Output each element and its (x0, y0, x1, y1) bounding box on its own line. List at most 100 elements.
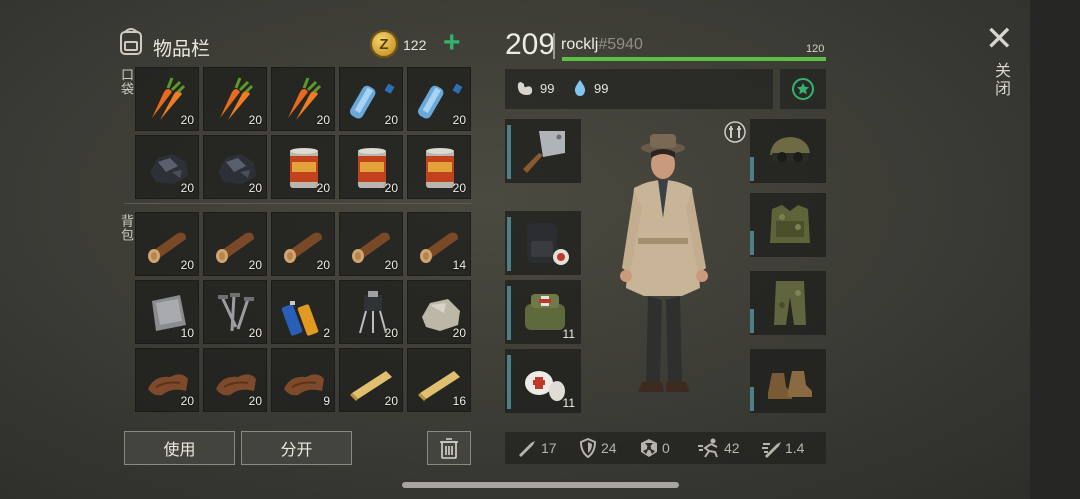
emote-icon[interactable] (724, 121, 746, 143)
item-count: 20 (316, 258, 330, 272)
pocket-slot[interactable]: 20 (203, 135, 267, 199)
item-count: 20 (452, 326, 466, 340)
radiation-value: 0 (662, 440, 670, 456)
pocket-slot[interactable]: 20 (271, 135, 335, 199)
pocket-label: 口袋 (119, 68, 134, 96)
attack-speed-icon (762, 442, 781, 458)
trash-icon (440, 438, 458, 459)
food-value: 99 (540, 81, 555, 96)
hp-max: 120 (806, 43, 825, 55)
character-figure[interactable] (608, 128, 718, 406)
home-indicator[interactable] (402, 482, 679, 488)
coin-icon: Z (370, 30, 398, 58)
hp-bar (562, 57, 826, 61)
trash-button[interactable] (427, 431, 471, 465)
item-count: 20 (180, 113, 194, 127)
speed-value: 42 (724, 440, 740, 456)
item-count: 20 (180, 394, 194, 408)
item-count: 10 (180, 326, 194, 340)
item-count: 20 (384, 326, 398, 340)
running-icon (698, 438, 718, 458)
item-count: 20 (180, 181, 194, 195)
durability-bar (750, 387, 754, 411)
item-count: 11 (562, 396, 575, 410)
radiation-icon (641, 439, 657, 457)
use-button[interactable]: 使用 (124, 431, 235, 465)
item-count: 20 (248, 181, 262, 195)
close-label[interactable]: 关闭 (988, 62, 1012, 98)
backpack-slot[interactable]: 10 (135, 280, 199, 344)
durability-bar (750, 157, 754, 181)
pocket-slot[interactable]: 20 (203, 67, 267, 131)
item-count: 20 (248, 394, 262, 408)
item-count: 20 (180, 258, 194, 272)
item-count: 20 (452, 113, 466, 127)
attack-value: 17 (541, 440, 557, 456)
item-count: 14 (452, 258, 466, 272)
shield-icon (579, 438, 597, 458)
status-button[interactable] (780, 69, 826, 109)
backpack-slot[interactable]: 20 (203, 348, 267, 412)
section-divider (124, 203, 471, 204)
item-count: 20 (384, 394, 398, 408)
backpack-slot[interactable]: 20 (271, 212, 335, 276)
pocket-slot[interactable]: 20 (135, 67, 199, 131)
pocket-slot[interactable]: 20 (135, 135, 199, 199)
camo-pants-icon (762, 275, 818, 331)
sword-icon (519, 441, 535, 457)
split-button[interactable]: 分开 (241, 431, 352, 465)
backpack-slot[interactable]: 20 (339, 212, 403, 276)
pocket-slot[interactable]: 20 (339, 67, 403, 131)
item-count: 20 (384, 181, 398, 195)
item-count: 20 (452, 181, 466, 195)
backpack-slot[interactable]: 14 (407, 212, 471, 276)
backpack-slot[interactable]: 16 (407, 348, 471, 412)
item-count: 20 (384, 258, 398, 272)
player-name: rocklj#5940 (561, 36, 643, 53)
equipment-slot[interactable] (505, 211, 581, 275)
backpack-slot[interactable]: 20 (203, 212, 267, 276)
backpack-slot[interactable]: 20 (135, 348, 199, 412)
pocket-slot[interactable]: 20 (339, 135, 403, 199)
durability-bar (507, 217, 511, 271)
cleaver-icon (517, 123, 573, 179)
backpack-slot[interactable]: 9 (271, 348, 335, 412)
close-icon[interactable]: ✕ (985, 22, 1014, 56)
item-count: 20 (248, 113, 262, 127)
backpack-slot[interactable]: 20 (203, 280, 267, 344)
backpack-slot[interactable]: 20 (135, 212, 199, 276)
camo-cap-icon (762, 123, 818, 179)
item-count: 2 (323, 326, 330, 340)
combat-stats: 17 24 0 42 1.4 (505, 432, 826, 464)
gear-slot[interactable] (750, 349, 826, 413)
item-count: 20 (316, 113, 330, 127)
pocket-slot[interactable]: 20 (271, 67, 335, 131)
item-count: 20 (384, 113, 398, 127)
equipment-slot[interactable]: 11 (505, 349, 581, 413)
player-level: 209 (505, 28, 556, 61)
equipment-slot[interactable] (505, 119, 581, 183)
add-coins-button[interactable]: + (443, 28, 461, 58)
star-badge-icon (792, 78, 814, 100)
camo-vest-icon (762, 197, 818, 253)
backpack-slot[interactable]: 20 (407, 280, 471, 344)
gear-slot[interactable] (750, 193, 826, 257)
boots-icon (762, 353, 818, 409)
backpack-slot[interactable]: 2 (271, 280, 335, 344)
screen-edge (1030, 0, 1080, 499)
gear-slot[interactable] (750, 271, 826, 335)
backpack-icon (517, 215, 573, 271)
player-tag: #5940 (598, 36, 643, 53)
backpack-icon (120, 28, 142, 55)
pocket-slot[interactable]: 20 (407, 135, 471, 199)
equipment-slot[interactable]: 11 (505, 280, 581, 344)
level-separator (553, 33, 555, 59)
backpack-slot[interactable]: 20 (339, 348, 403, 412)
pocket-slot[interactable]: 20 (407, 67, 471, 131)
durability-bar (507, 286, 511, 340)
backpack-slot[interactable]: 20 (339, 280, 403, 344)
water-value: 99 (594, 81, 609, 96)
gear-slot[interactable] (750, 119, 826, 183)
backpack-label: 背包 (119, 214, 134, 242)
durability-bar (507, 125, 511, 179)
